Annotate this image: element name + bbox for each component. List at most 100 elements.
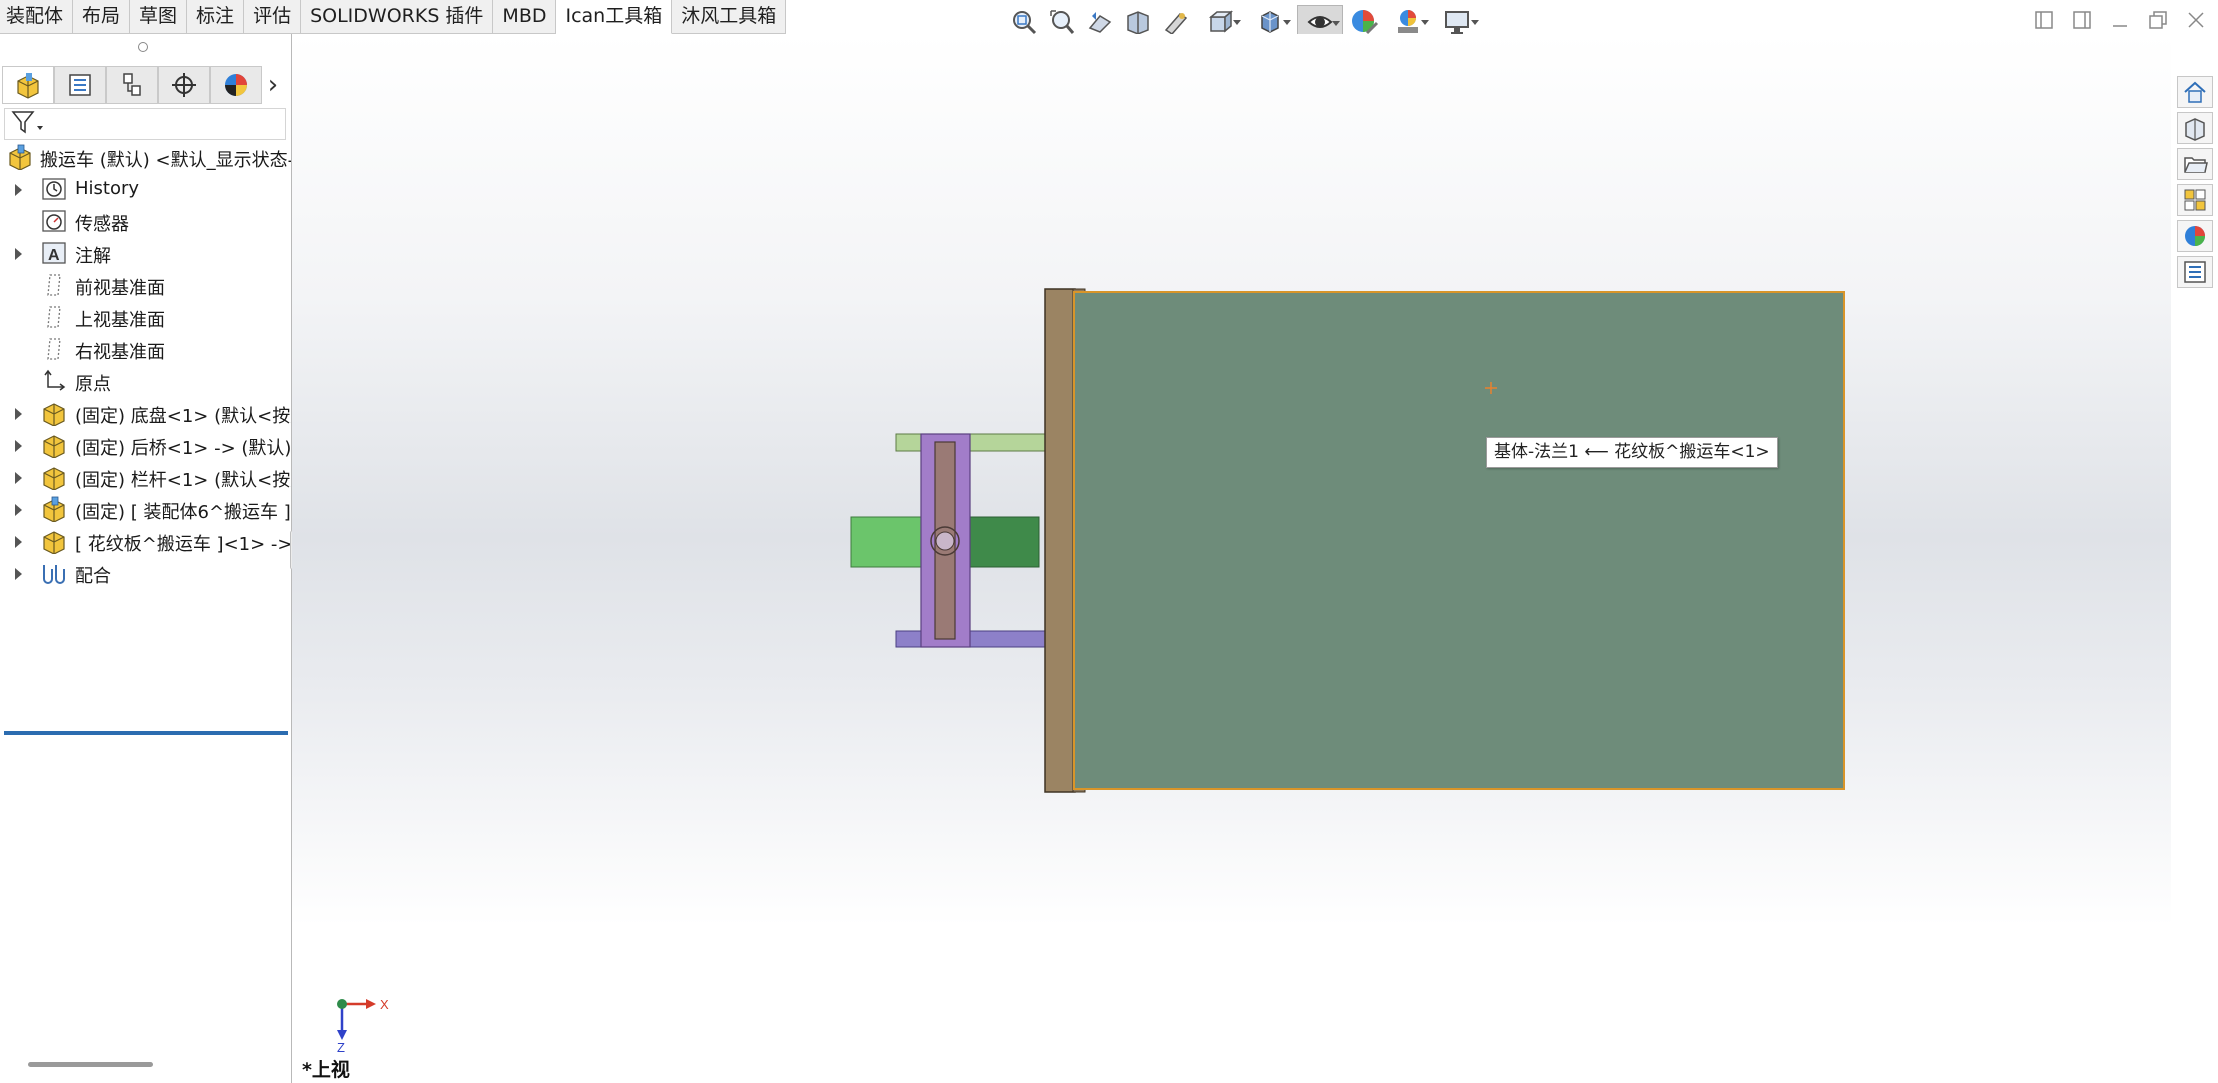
tree-item-12[interactable]: 配合 xyxy=(0,557,291,589)
tree-item-label: (固定) [ 装配体6^搬运车 ]< xyxy=(75,502,292,523)
feature-manager-panel: › 搬运车 (默认) <默认_显示状态- History 传感器 A 注解前视基准面上… xyxy=(0,34,292,1083)
tab-7[interactable]: Ican工具箱 xyxy=(556,0,673,34)
tree-item-label: [ 花纹板^搬运车 ]<1> -> ( xyxy=(75,534,292,555)
plane-icon xyxy=(40,272,68,298)
annotation-icon: A xyxy=(40,240,68,266)
tile-right-icon[interactable] xyxy=(2068,6,2096,34)
view-orientation-label: *上视 xyxy=(302,1059,350,1081)
part-icon xyxy=(40,400,68,426)
window-controls xyxy=(2030,6,2210,34)
tree-item-label: 前视基准面 xyxy=(75,278,165,299)
tree-item-9[interactable]: (固定) 栏杆<1> (默认<按加 xyxy=(0,461,291,493)
more-tabs-chevron-icon[interactable]: › xyxy=(262,66,284,104)
tab-0[interactable]: 装配体 xyxy=(0,0,74,34)
tree-item-label: History xyxy=(75,178,140,199)
tree-item-11[interactable]: [ 花纹板^搬运车 ]<1> -> ( xyxy=(0,525,291,557)
upper-rail[interactable] xyxy=(895,433,1047,452)
tree-item-0[interactable]: History xyxy=(0,173,291,205)
tree-item-10[interactable]: (固定) [ 装配体6^搬运车 ]< xyxy=(0,493,291,525)
svg-text:A: A xyxy=(48,247,60,264)
expand-arrow-icon[interactable] xyxy=(15,184,22,196)
tree-item-5[interactable]: 右视基准面 xyxy=(0,333,291,365)
tab-5[interactable]: SOLIDWORKS 插件 xyxy=(301,0,494,34)
feature-tree: 搬运车 (默认) <默认_显示状态- History 传感器 A 注解前视基准面上视基… xyxy=(0,141,291,735)
triad-x-label: X xyxy=(380,997,389,1012)
tab-8[interactable]: 沐风工具箱 xyxy=(672,0,787,34)
lower-rail[interactable] xyxy=(895,630,1047,648)
tree-root-label: 搬运车 (默认) <默认_显示状态- xyxy=(40,150,292,171)
tree-item-3[interactable]: 前视基准面 xyxy=(0,269,291,301)
tree-item-label: 注解 xyxy=(75,246,111,267)
expand-arrow-icon[interactable] xyxy=(15,536,22,548)
property-manager-tab-icon[interactable] xyxy=(54,66,106,104)
expand-arrow-icon[interactable] xyxy=(15,408,22,420)
tab-2[interactable]: 草图 xyxy=(130,0,188,34)
plane-icon xyxy=(40,336,68,362)
tree-filter[interactable] xyxy=(4,108,286,140)
tree-item-6[interactable]: 原点 xyxy=(0,365,291,397)
view-palette-icon[interactable] xyxy=(2177,184,2213,216)
filter-icon[interactable] xyxy=(11,110,45,138)
minimize-icon[interactable] xyxy=(2106,6,2134,34)
wheel-hub-right[interactable] xyxy=(961,516,1040,568)
part-icon xyxy=(40,528,68,554)
tab-6[interactable]: MBD xyxy=(493,0,557,34)
tree-item-4[interactable]: 上视基准面 xyxy=(0,301,291,333)
tab-3[interactable]: 标注 xyxy=(187,0,245,34)
checker-plate[interactable] xyxy=(1073,291,1845,790)
tree-root-assembly[interactable]: 搬运车 (默认) <默认_显示状态- xyxy=(0,141,291,173)
rollback-bar[interactable] xyxy=(4,731,288,735)
feature-manager-tab-icon[interactable] xyxy=(2,66,54,104)
display-manager-tab-icon[interactable] xyxy=(210,66,262,104)
tree-item-label: (固定) 栏杆<1> (默认<按加 xyxy=(75,470,292,491)
tree-item-label: 上视基准面 xyxy=(75,310,165,331)
model-view[interactable] xyxy=(292,34,2171,1083)
panel-collapse-handle[interactable] xyxy=(138,42,148,52)
configuration-manager-tab-icon[interactable] xyxy=(106,66,158,104)
expand-arrow-icon[interactable] xyxy=(15,440,22,452)
reference-triad: X Z xyxy=(337,997,389,1055)
selection-tooltip: 基体-法兰1 ⟵ 花纹板^搬运车<1> xyxy=(1486,437,1778,468)
tree-item-label: 原点 xyxy=(75,374,111,395)
close-icon[interactable] xyxy=(2182,6,2210,34)
sensor-icon xyxy=(40,208,68,234)
tree-item-label: 配合 xyxy=(75,566,111,587)
expand-arrow-icon[interactable] xyxy=(15,248,22,260)
panel-tabs: › xyxy=(2,66,290,106)
origin-icon xyxy=(40,368,68,394)
custom-properties-icon[interactable] xyxy=(2177,256,2213,288)
tab-1[interactable]: 布局 xyxy=(73,0,131,34)
tree-item-label: (固定) 底盘<1> (默认<按加 xyxy=(75,406,292,427)
subassembly-icon xyxy=(40,496,68,522)
plane-icon xyxy=(40,304,68,330)
triad-z-label: Z xyxy=(337,1040,345,1055)
command-manager-tabs: 装配体 布局 草图 标注 评估 SOLIDWORKS 插件 MBD Ican工具箱 沐风工具箱 xyxy=(0,0,787,34)
mates-icon xyxy=(40,560,68,586)
tree-item-label: 传感器 xyxy=(75,214,129,235)
expand-arrow-icon[interactable] xyxy=(15,504,22,516)
chassis-frame[interactable] xyxy=(1044,288,1076,793)
part-icon xyxy=(40,432,68,458)
tile-left-icon[interactable] xyxy=(2030,6,2058,34)
tab-4[interactable]: 评估 xyxy=(244,0,302,34)
dimxpert-manager-tab-icon[interactable] xyxy=(158,66,210,104)
tree-item-label: (固定) 后桥<1> -> (默认) xyxy=(75,438,292,459)
part-icon xyxy=(40,464,68,490)
appearances-scenes-icon[interactable] xyxy=(2177,220,2213,252)
expand-arrow-icon[interactable] xyxy=(15,568,22,580)
graphics-area[interactable]: 基体-法兰1 ⟵ 花纹板^搬运车<1> X Z *上视 xyxy=(292,34,2171,1083)
tree-item-2[interactable]: A 注解 xyxy=(0,237,291,269)
task-pane xyxy=(2177,76,2217,288)
assembly-icon xyxy=(6,144,34,170)
restore-icon[interactable] xyxy=(2144,6,2172,34)
history-icon xyxy=(40,176,68,202)
expand-arrow-icon[interactable] xyxy=(15,472,22,484)
tree-item-8[interactable]: (固定) 后桥<1> -> (默认) xyxy=(0,429,291,461)
solidworks-resources-home-icon[interactable] xyxy=(2177,76,2213,108)
tree-item-7[interactable]: (固定) 底盘<1> (默认<按加 xyxy=(0,397,291,429)
wheel-hub-left[interactable] xyxy=(850,516,930,568)
design-library-icon[interactable] xyxy=(2177,112,2213,144)
tree-item-1[interactable]: 传感器 xyxy=(0,205,291,237)
file-explorer-icon[interactable] xyxy=(2177,148,2213,180)
horizontal-scrollbar[interactable] xyxy=(28,1062,153,1067)
